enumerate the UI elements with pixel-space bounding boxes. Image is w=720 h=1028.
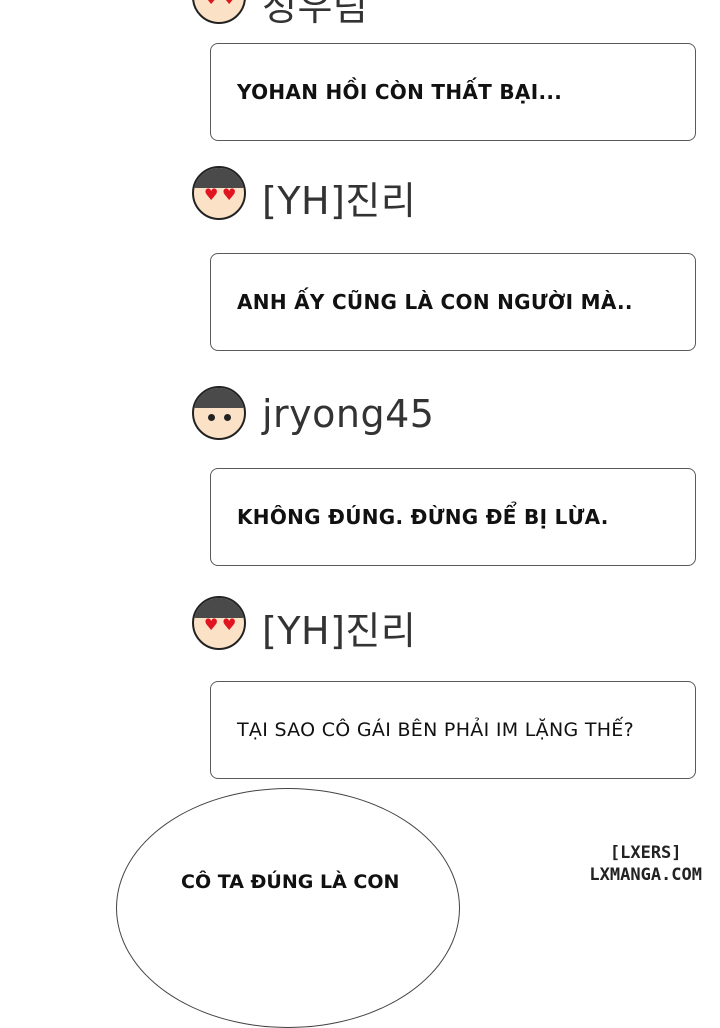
comment-bubble-3: KHÔNG ĐÚNG. ĐỪNG ĐỂ BỊ LỪA. [210,468,696,566]
username-top: 정우림 [262,0,369,29]
username: jryong45 [262,392,435,436]
username: [YH]진리 [262,609,417,653]
watermark-line2: LXMANGA.COM [589,865,702,885]
avatar-yh: ♥ ♥ [192,166,246,220]
heart-eye-icon: ♥ [222,0,238,7]
comment-text: ANH ẤY CŨNG LÀ CON NGƯỜI MÀ.. [237,290,633,314]
avatar-yh: ♥ ♥ [192,596,246,650]
watermark: [LXERS] LXMANGA.COM [589,842,702,886]
comment-bubble-2: ANH ẤY CŨNG LÀ CON NGƯỜI MÀ.. [210,253,696,351]
avatar-jryong [192,386,246,440]
username: [YH]진리 [262,179,417,223]
comment-text: YOHAN HỒI CÒN THẤT BẠI... [237,80,563,104]
avatar-hair [194,388,244,408]
heart-eye-icon: ♥ [204,0,220,7]
speech-text: CÔ TA ĐÚNG LÀ CON [181,871,400,893]
avatar-top: ♥ ♥ [192,0,246,24]
comment-bubble-1: YOHAN HỒI CÒN THẤT BẠI... [210,43,696,141]
eye-icon [224,414,231,421]
heart-eye-icon: ♥ [204,615,219,634]
heart-eye-icon: ♥ [204,185,219,204]
comment-text: TẠI SAO CÔ GÁI BÊN PHẢI IM LẶNG THẾ? [237,719,634,741]
speech-bubble: CÔ TA ĐÚNG LÀ CON [116,788,460,1028]
avatar-hair [194,168,244,188]
heart-eye-icon: ♥ [222,185,237,204]
comment-text: KHÔNG ĐÚNG. ĐỪNG ĐỂ BỊ LỪA. [237,505,609,529]
eye-icon [208,414,215,421]
comment-bubble-4: TẠI SAO CÔ GÁI BÊN PHẢI IM LẶNG THẾ? [210,681,696,779]
avatar-hair [194,598,244,618]
watermark-line1: [LXERS] [609,843,682,863]
heart-eye-icon: ♥ [222,615,237,634]
